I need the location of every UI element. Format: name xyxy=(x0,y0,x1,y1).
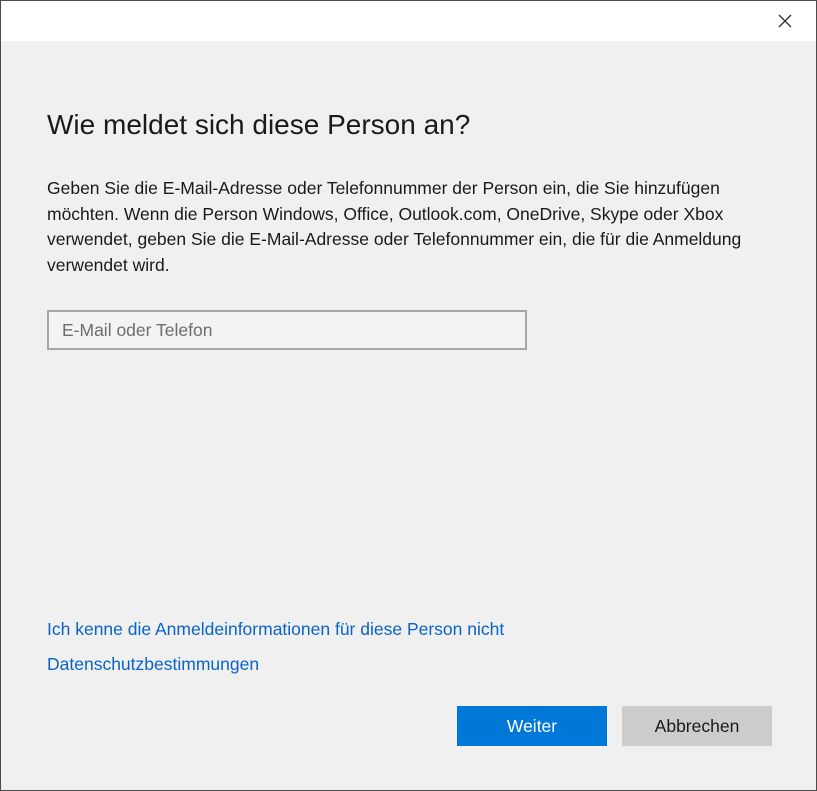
close-icon xyxy=(778,14,792,28)
next-button[interactable]: Weiter xyxy=(457,706,607,746)
title-bar xyxy=(1,1,816,41)
instructions-text: Geben Sie die E-Mail-Adresse oder Telefo… xyxy=(47,178,742,275)
email-phone-field[interactable] xyxy=(47,310,527,350)
privacy-link[interactable]: Datenschutzbestimmungen xyxy=(47,654,259,675)
email-phone-input[interactable] xyxy=(49,312,525,348)
page-title: Wie meldet sich diese Person an? xyxy=(47,109,471,140)
close-button[interactable] xyxy=(762,5,808,37)
cancel-button[interactable]: Abbrechen xyxy=(622,706,772,746)
unknown-credentials-link[interactable]: Ich kenne die Anmeldeinformationen für d… xyxy=(47,619,504,640)
add-person-dialog: Wie meldet sich diese Person an? Geben S… xyxy=(0,0,817,791)
